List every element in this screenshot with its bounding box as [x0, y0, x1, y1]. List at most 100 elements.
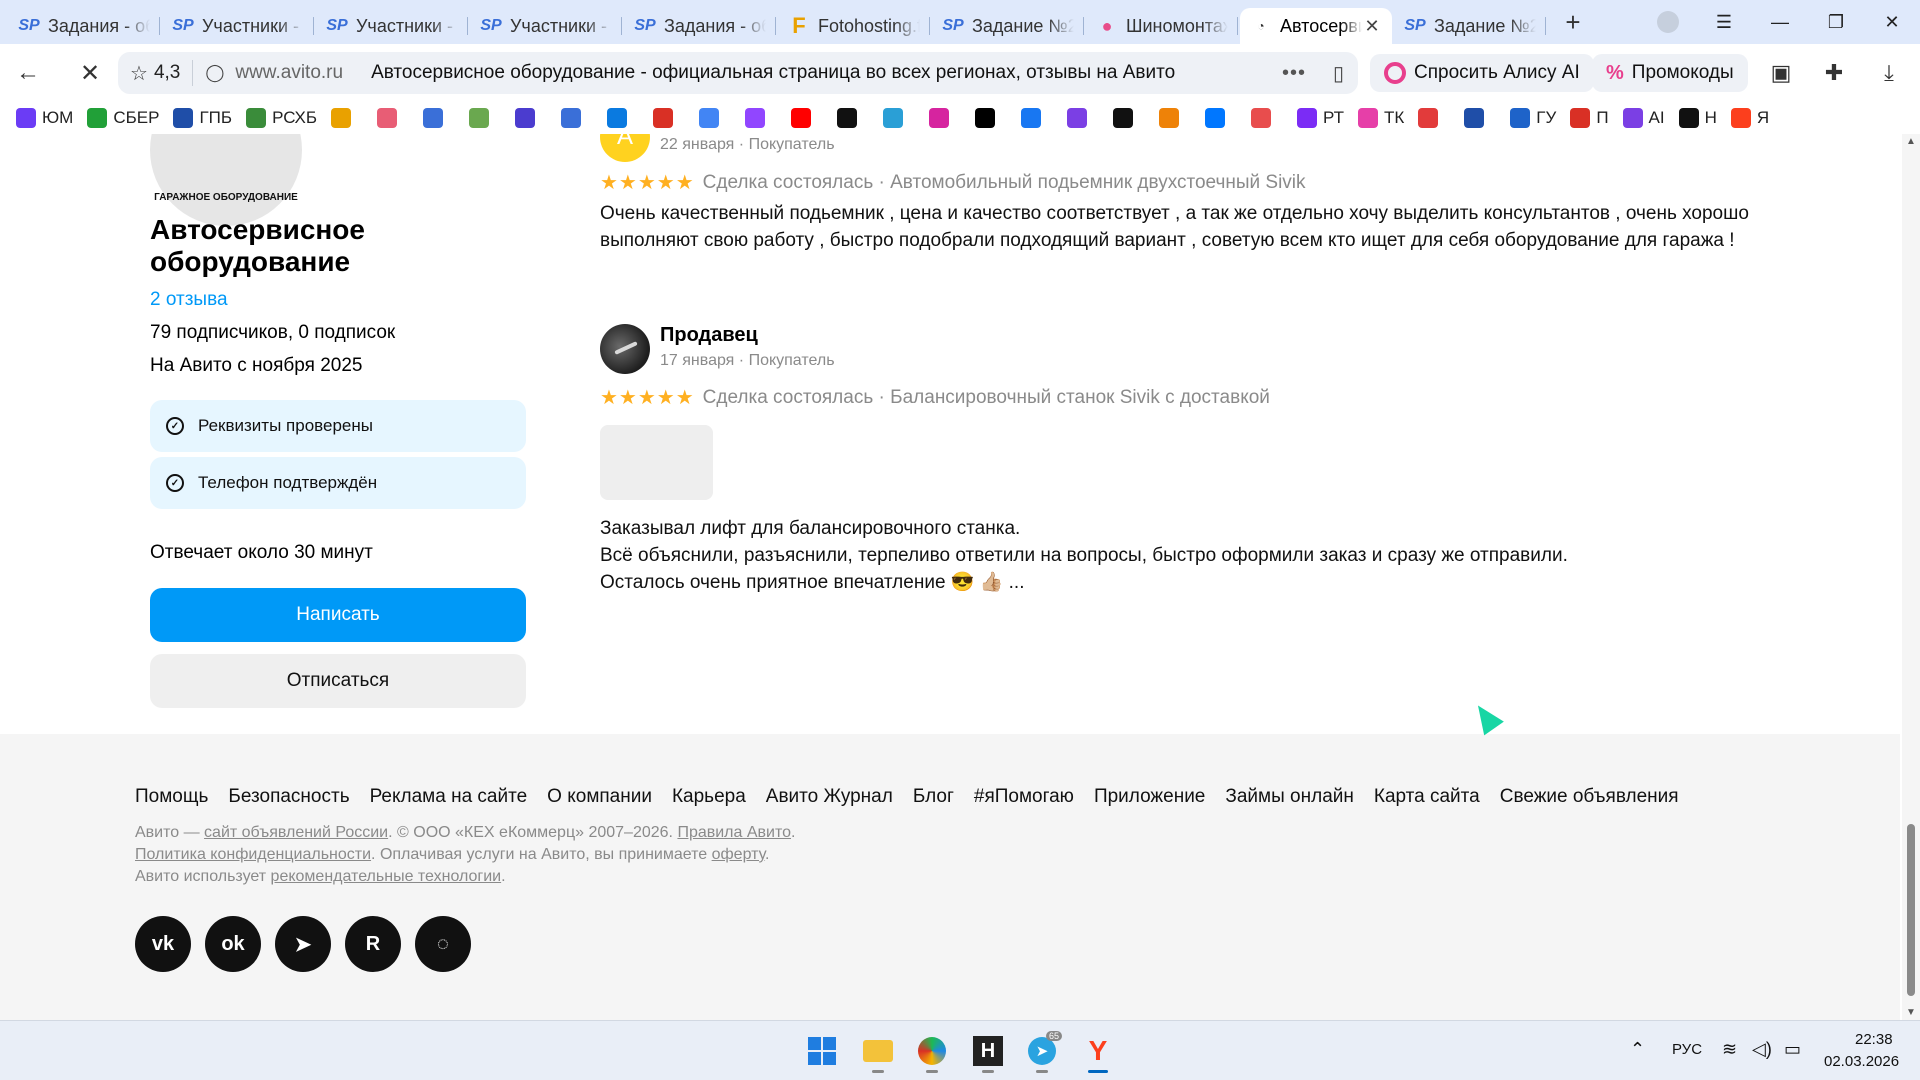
bookmark-item[interactable]	[561, 108, 587, 128]
wifi-icon[interactable]: ≋	[1722, 1039, 1737, 1060]
omnibox[interactable]: ☆ 4,3 ◯ www.avito.ru Автосервисное обору…	[118, 52, 1358, 94]
bookmark-item[interactable]: ГПБ	[173, 108, 232, 128]
reviewer-avatar[interactable]: А	[600, 134, 650, 162]
footer-link[interactable]: Блог	[913, 786, 954, 808]
bookmark-icon[interactable]: ▯	[1333, 61, 1344, 86]
legal-link[interactable]: сайт объявлений России	[204, 824, 388, 841]
bookmark-item[interactable]: РТ	[1297, 108, 1344, 128]
site-rating-chip[interactable]: ☆ 4,3	[118, 60, 194, 86]
close-tab-icon[interactable]: ✕	[1362, 16, 1382, 37]
bookmark-item[interactable]	[653, 108, 679, 128]
legal-link[interactable]: Политика конфиденциальности	[135, 846, 371, 863]
start-button[interactable]	[800, 1029, 844, 1073]
shield-icon[interactable]: ◯	[205, 63, 225, 83]
promo-codes-button[interactable]: % Промокоды	[1592, 54, 1748, 92]
yandex-browser-icon[interactable]: Y	[1076, 1029, 1120, 1073]
page-scrollbar[interactable]: ▲ ▼	[1902, 134, 1920, 1020]
telegram-icon[interactable]: ➤	[275, 916, 331, 972]
footer-link[interactable]: Займы онлайн	[1225, 786, 1353, 808]
footer-link[interactable]: Карьера	[672, 786, 746, 808]
footer-link[interactable]: Приложение	[1094, 786, 1205, 808]
browser-menu-icon[interactable]: ☰	[1696, 0, 1752, 44]
profile-icon[interactable]	[1640, 0, 1696, 44]
bookmark-item[interactable]	[469, 108, 495, 128]
bookmark-item[interactable]: AI	[1622, 108, 1665, 128]
downloads-icon[interactable]: ⤓	[1872, 56, 1906, 90]
scroll-up-icon[interactable]: ▲	[1906, 136, 1916, 147]
browser-tab[interactable]: SP Участники -	[470, 8, 622, 44]
bookmark-item[interactable]	[515, 108, 541, 128]
show-hidden-icons[interactable]: ⌃	[1630, 1039, 1645, 1060]
back-icon[interactable]: ←	[6, 51, 50, 95]
clock-time[interactable]: 22:38	[1855, 1031, 1893, 1048]
bookmark-item[interactable]	[699, 108, 725, 128]
bookmark-item[interactable]: ТК	[1358, 108, 1404, 128]
bookmark-item[interactable]	[1464, 108, 1490, 128]
browser-tab[interactable]: SP Задания - об	[624, 8, 776, 44]
bookmark-item[interactable]	[883, 108, 909, 128]
footer-link[interactable]: Безопасность	[228, 786, 349, 808]
footer-link[interactable]: Реклама на сайте	[370, 786, 528, 808]
bookmark-item[interactable]	[837, 108, 863, 128]
bookmark-item[interactable]	[1159, 108, 1185, 128]
browser-tab[interactable]: ◔ Автосерви ✕	[1240, 8, 1392, 44]
browser-tab[interactable]: SP Участники -	[316, 8, 468, 44]
footer-link[interactable]: Авито Журнал	[766, 786, 893, 808]
footer-link[interactable]: Карта сайта	[1374, 786, 1480, 808]
minimize-icon[interactable]: —	[1752, 0, 1808, 44]
language-indicator[interactable]: РУС	[1672, 1041, 1702, 1058]
footer-link[interactable]: Свежие объявления	[1500, 786, 1679, 808]
bookmark-item[interactable]	[423, 108, 449, 128]
review-deal-text[interactable]: Сделка состоялась · Балансировочный стан…	[703, 387, 1270, 409]
bookmark-item[interactable]	[791, 108, 817, 128]
bookmark-item[interactable]: Н	[1678, 108, 1717, 128]
bookmark-item[interactable]: П	[1570, 108, 1609, 128]
bookmark-item[interactable]	[1067, 108, 1093, 128]
ask-alice-button[interactable]: Спросить Алису AI	[1370, 54, 1594, 92]
browser-tab[interactable]: SP Задания - об	[8, 8, 160, 44]
more-dots-icon[interactable]: •••	[1282, 62, 1306, 85]
review-deal-text[interactable]: Сделка состоялась · Автомобильный подьем…	[703, 172, 1306, 194]
telegram-taskbar-icon[interactable]: ➤ 65	[1020, 1029, 1064, 1073]
rutube-icon[interactable]: R	[345, 916, 401, 972]
reviews-count-link[interactable]: 2 отзыва	[150, 289, 228, 311]
review-photo[interactable]	[600, 425, 713, 500]
clock-date[interactable]: 02.03.2026	[1824, 1053, 1899, 1070]
vk-icon[interactable]: vk	[135, 916, 191, 972]
bookmark-item[interactable]: РСХБ	[246, 108, 317, 128]
battery-icon[interactable]: ▭	[1784, 1039, 1801, 1060]
bookmark-item[interactable]: СБЕР	[87, 108, 159, 128]
browser-tab[interactable]: ● Шиномонтаж	[1086, 8, 1238, 44]
image-icon[interactable]: ▣	[1764, 56, 1798, 90]
bookmark-item[interactable]	[331, 108, 357, 128]
bookmark-item[interactable]: ЮМ	[16, 108, 73, 128]
bookmark-item[interactable]	[929, 108, 955, 128]
unsubscribe-button[interactable]: Отписаться	[150, 654, 526, 708]
extensions-icon[interactable]: ✚	[1817, 56, 1851, 90]
bookmark-item[interactable]	[1418, 108, 1444, 128]
bookmark-item[interactable]	[1205, 108, 1231, 128]
write-message-button[interactable]: Написать	[150, 588, 526, 642]
footer-link[interactable]: #яПомогаю	[974, 786, 1074, 808]
stop-loading-icon[interactable]: ✕	[68, 51, 112, 95]
legal-link[interactable]: Правила Авито	[677, 824, 791, 841]
bookmark-item[interactable]: Я	[1730, 108, 1769, 128]
maximize-icon[interactable]: ❐	[1808, 0, 1864, 44]
volume-icon[interactable]: ◁)	[1752, 1039, 1772, 1060]
edge-browser-icon[interactable]	[910, 1029, 954, 1073]
bookmark-item[interactable]	[607, 108, 633, 128]
footer-link[interactable]: Помощь	[135, 786, 208, 808]
browser-tab[interactable]: SP Задание №2	[932, 8, 1084, 44]
legal-link[interactable]: оферту	[712, 846, 765, 863]
bookmark-item[interactable]	[1021, 108, 1047, 128]
scroll-down-icon[interactable]: ▼	[1906, 1007, 1916, 1018]
footer-link[interactable]: О компании	[547, 786, 652, 808]
bookmark-item[interactable]	[1251, 108, 1277, 128]
app-h-icon[interactable]: H	[966, 1029, 1010, 1073]
bookmark-item[interactable]	[975, 108, 1001, 128]
browser-tab[interactable]: SP Участники -	[162, 8, 314, 44]
reviewer-name[interactable]: Продавец	[660, 324, 758, 347]
close-window-icon[interactable]: ✕	[1864, 0, 1920, 44]
max-icon[interactable]: ◌	[415, 916, 471, 972]
bookmark-item[interactable]: ГУ	[1510, 108, 1556, 128]
